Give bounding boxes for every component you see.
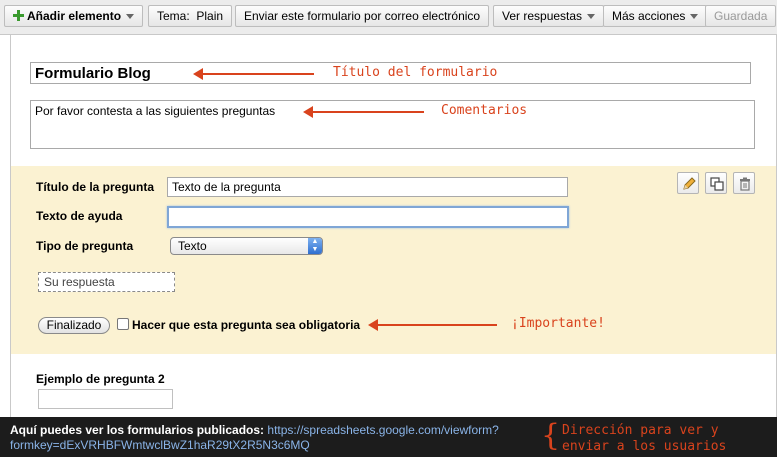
question-title-input[interactable]: [167, 177, 568, 197]
chevron-down-icon: [126, 14, 135, 20]
more-actions-button[interactable]: Más acciones: [603, 5, 708, 27]
arrow-important: [368, 319, 497, 331]
arrow-title: [193, 68, 314, 80]
pencil-icon: [683, 177, 696, 190]
view-responses-label: Ver respuestas: [502, 9, 583, 23]
theme-value: Plain: [196, 9, 224, 23]
published-url-info: Aquí puedes ver los formularios publicad…: [10, 423, 530, 453]
published-form-link-cont[interactable]: formkey=dExVRHBFWmtwclBwZ1haR29tX2R5N3c6…: [10, 438, 310, 452]
duplicate-question-button[interactable]: [705, 172, 727, 194]
plus-icon: [13, 10, 24, 21]
footer-text: Aquí puedes ver los formularios publicad…: [10, 423, 265, 437]
toolbar: Añadir elemento Tema: Plain Enviar este …: [0, 0, 777, 35]
chevron-down-icon: [587, 14, 596, 20]
view-responses-button[interactable]: Ver respuestas: [493, 5, 605, 27]
edit-question-button[interactable]: [677, 172, 699, 194]
annotation-footer: Dirección para ver y enviar a los usuari…: [562, 423, 726, 455]
done-button[interactable]: Finalizado: [38, 317, 110, 334]
trash-icon: [740, 177, 750, 191]
chevron-down-icon: [690, 14, 699, 20]
add-element-label: Añadir elemento: [27, 9, 122, 23]
required-label[interactable]: Hacer que esta pregunta sea obligatoria: [132, 318, 360, 332]
help-text-input[interactable]: [167, 206, 569, 228]
question-2-input[interactable]: [38, 389, 173, 409]
annotation-footer-line2: enviar a los usuarios: [562, 439, 727, 454]
arrow-comments: [303, 106, 424, 118]
question-2-label: Ejemplo de pregunta 2: [36, 372, 165, 386]
question-type-value: Texto: [178, 239, 207, 253]
published-form-link[interactable]: https://spreadsheets.google.com/viewform…: [267, 423, 498, 437]
annotation-title: Título del formulario: [333, 65, 498, 80]
theme-button[interactable]: Tema: Plain: [148, 5, 233, 27]
theme-label: Tema:: [157, 9, 190, 23]
required-checkbox[interactable]: [117, 318, 129, 330]
delete-question-button[interactable]: [733, 172, 755, 194]
question-type-select[interactable]: Texto ▲ ▼: [170, 237, 323, 255]
form-description-input[interactable]: Por favor contesta a las siguientes preg…: [30, 100, 755, 149]
email-form-button[interactable]: Enviar este formulario por correo electr…: [235, 5, 490, 27]
help-text-label: Texto de ayuda: [36, 209, 123, 223]
select-arrows-icon: ▲ ▼: [308, 238, 322, 254]
footer-bar: Aquí puedes ver los formularios publicad…: [0, 417, 777, 457]
add-element-button[interactable]: Añadir elemento: [4, 5, 144, 27]
saved-button[interactable]: Guardada: [705, 5, 777, 27]
question-type-label: Tipo de pregunta: [36, 239, 134, 253]
duplicate-icon: [710, 177, 724, 191]
annotation-important: ¡Importante!: [511, 316, 605, 331]
more-actions-label: Más acciones: [612, 9, 686, 23]
brace-symbol: {: [541, 418, 561, 453]
question-title-label: Título de la pregunta: [36, 180, 155, 194]
answer-preview-field: Su respuesta: [38, 272, 175, 292]
annotation-comments: Comentarios: [441, 103, 528, 118]
annotation-footer-line1: Dirección para ver y: [562, 423, 719, 438]
